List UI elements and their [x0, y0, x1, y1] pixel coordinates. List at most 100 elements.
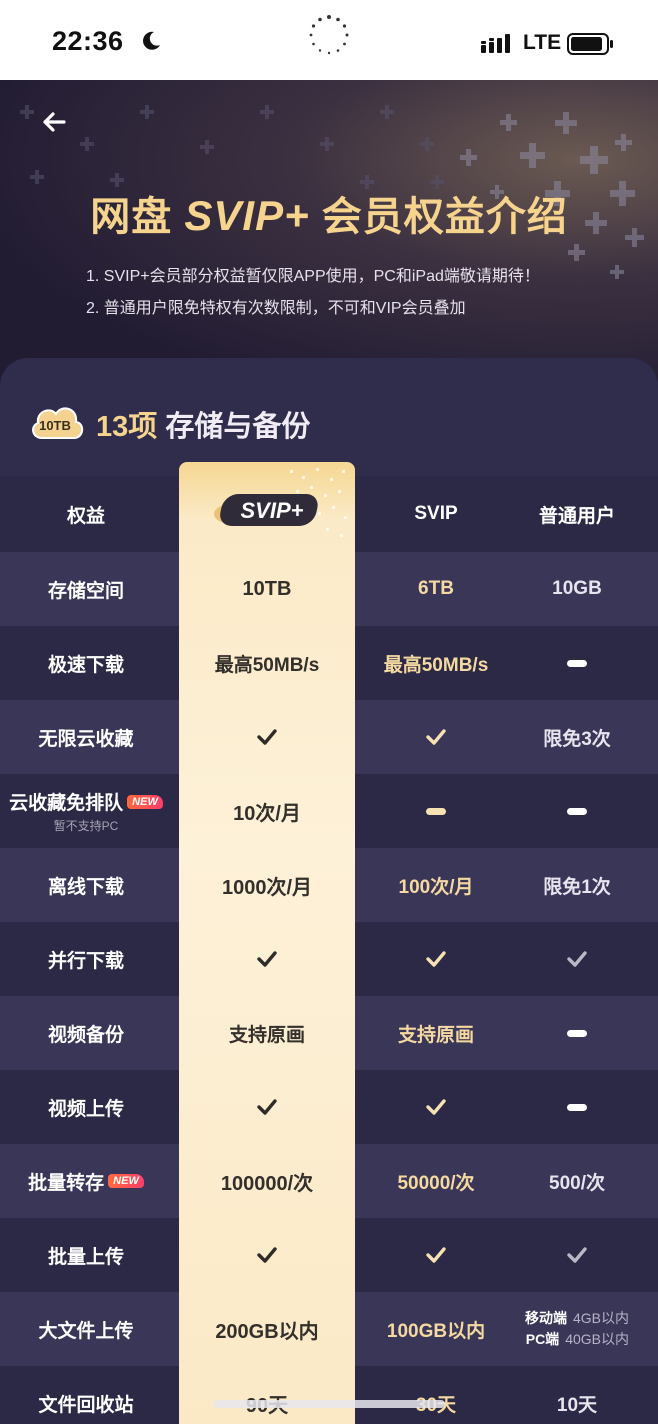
header-benefit: 权益	[66, 505, 105, 527]
dash-icon	[567, 1103, 587, 1111]
normal-value	[507, 1218, 647, 1292]
mobile-value: 4GB以内	[572, 1310, 629, 1326]
home-indicator	[213, 1400, 445, 1408]
normal-value	[507, 1070, 647, 1144]
svip-plus-value: 支持原画	[228, 1024, 305, 1046]
svip-plus-value: 10次/月	[233, 802, 301, 825]
benefit-name: 并行下载	[47, 950, 124, 972]
svip-plus-value: 1000次/月	[221, 876, 313, 899]
dash-icon	[567, 807, 587, 815]
normal-value: 500/次	[549, 1172, 605, 1194]
svip-value	[355, 774, 517, 848]
svip-value: 100次/月	[398, 876, 474, 898]
title-part1: 网盘	[90, 195, 173, 239]
title-svip: SVIP+	[184, 192, 310, 239]
svip-plus-value: 10TB	[242, 577, 292, 600]
svip-value: 6TB	[418, 578, 454, 599]
normal-value: 限免1次	[543, 876, 611, 898]
svip-value: 50000/次	[397, 1172, 475, 1194]
section-title: 13项 存储与备份	[96, 403, 310, 445]
dash-icon	[426, 807, 446, 815]
normal-value	[507, 922, 647, 996]
section-title-text: 存储与备份	[165, 411, 311, 443]
check-icon	[567, 951, 587, 967]
check-icon	[257, 1099, 277, 1115]
svip-value	[355, 700, 517, 774]
dash-icon	[567, 1029, 587, 1037]
title-part2: 会员权益介绍	[321, 195, 568, 239]
svip-plus-value	[179, 1070, 355, 1144]
svip-plus-value: 最高50MB/s	[214, 654, 320, 676]
svip-value	[355, 922, 517, 996]
battery-icon	[567, 33, 613, 55]
benefit-name: 视频上传	[47, 1098, 124, 1120]
check-icon	[567, 1247, 587, 1263]
check-icon	[426, 729, 446, 745]
hero-banner: 网盘 SVIP+ 会员权益介绍 1. SVIP+会员部分权益暂仅限APP使用，P…	[0, 80, 658, 400]
network-type: LTE	[523, 31, 562, 54]
moon-icon	[143, 31, 160, 50]
svip-value	[355, 1218, 517, 1292]
cloud-badge-text: 10TB	[39, 418, 71, 433]
benefit-name: 批量上传	[47, 1246, 124, 1268]
mobile-label: 移动端	[524, 1310, 567, 1326]
check-icon	[257, 1247, 277, 1263]
svip-plus-value	[179, 922, 355, 996]
normal-value: 10天	[556, 1394, 598, 1416]
benefit-name: 批量转存	[28, 1172, 105, 1194]
svip-plus-column: 10TB 最高50MB/s 10次/月 1000次/月 支持原画 100000/…	[179, 462, 355, 1424]
normal-value	[507, 774, 647, 848]
back-button[interactable]	[34, 102, 74, 142]
benefit-name: 离线下载	[47, 876, 124, 898]
check-icon	[426, 951, 446, 967]
pc-label: PC端	[525, 1331, 560, 1347]
benefit-name: 云收藏免排队	[9, 793, 124, 814]
svip-value: 最高50MB/s	[383, 654, 489, 676]
status-bar: 22:36 LTE	[0, 0, 658, 80]
header-svip: SVIP	[414, 503, 458, 524]
benefit-name: 存储空间	[47, 580, 124, 602]
svip-plus-value: 100000/次	[220, 1172, 314, 1195]
svip-plus-value: 200GB以内	[215, 1320, 319, 1343]
normal-value: 10GB	[552, 578, 602, 599]
svip-value: 支持原画	[397, 1024, 474, 1046]
svip-plus-value: 90天	[179, 1366, 355, 1424]
status-time: 22:36	[52, 26, 124, 56]
back-arrow-icon	[43, 112, 66, 132]
benefit-name-cell: 云收藏免排队 NEW 暂不支持PC	[0, 774, 172, 848]
svip-plus-logo: SVIP+	[214, 494, 318, 526]
new-badge: NEW	[108, 1174, 144, 1188]
svip-plus-value	[179, 700, 355, 774]
loading-spinner-icon	[309, 15, 349, 55]
new-badge: NEW	[127, 794, 163, 809]
hero-note-2: 2. 普通用户限免特权有次数限制，不可和VIP会员叠加	[86, 300, 466, 317]
svip-value	[355, 1070, 517, 1144]
page-title: 网盘 SVIP+ 会员权益介绍	[0, 184, 658, 242]
section-count: 13项	[96, 411, 158, 443]
check-icon	[257, 951, 277, 967]
check-icon	[257, 729, 277, 745]
benefit-name: 大文件上传	[38, 1320, 134, 1342]
header-normal: 普通用户	[538, 505, 615, 527]
benefit-name: 极速下载	[47, 654, 124, 676]
benefit-name: 视频备份	[47, 1024, 124, 1046]
cloud-storage-icon: 10TB	[32, 407, 84, 439]
benefit-name: 文件回收站	[38, 1394, 134, 1416]
check-icon	[426, 1099, 446, 1115]
normal-value: 移动端 4GB以内 PC端 40GB以内	[507, 1292, 647, 1366]
svip-value: 100GB以内	[386, 1320, 486, 1342]
svip-plus-logo-text: SVIP+	[241, 498, 304, 523]
check-icon	[426, 1247, 446, 1263]
benefit-name-cell: 批量转存 NEW	[0, 1144, 172, 1218]
normal-value	[507, 996, 647, 1070]
pc-value: 40GB以内	[565, 1331, 629, 1347]
svip-value: 30天	[355, 1366, 517, 1424]
normal-value: 限免3次	[543, 728, 611, 750]
benefit-name: 无限云收藏	[38, 728, 134, 750]
hero-note-1: 1. SVIP+会员部分权益暂仅限APP使用，PC和iPad端敬请期待！	[86, 268, 540, 285]
svip-plus-value	[179, 1218, 355, 1292]
dash-icon	[567, 659, 587, 667]
normal-value	[507, 626, 647, 700]
benefit-subnote: 暂不支持PC	[53, 819, 119, 833]
signal-icon	[481, 34, 510, 53]
